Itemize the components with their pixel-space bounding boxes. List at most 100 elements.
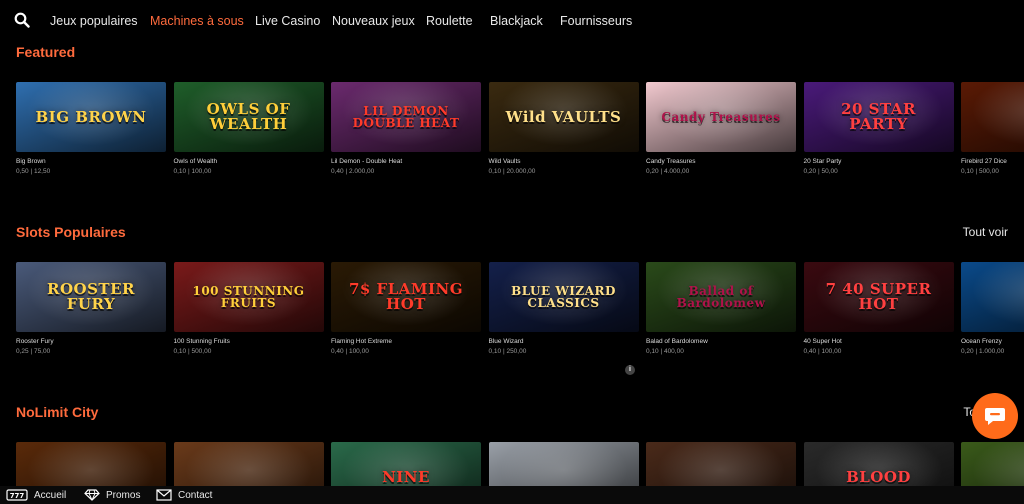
- game-card[interactable]: BIG BROWN Big Brown 0,50 | 12,50: [16, 82, 166, 175]
- game-logo-art: Ballad of Bardolomew: [676, 284, 766, 310]
- nav-roulette[interactable]: Roulette: [426, 14, 473, 28]
- game-logo-art: BLUE WIZARD CLASSICS: [511, 284, 616, 310]
- game-name: Wild Vaults: [488, 158, 521, 165]
- game-bet-range: 0,10 | 500,00: [173, 348, 212, 355]
- game-card[interactable]: LIL DEMON DOUBLE HEAT Lil Demon - Double …: [331, 82, 481, 175]
- game-thumbnail[interactable]: Ballad of Bardolomew: [646, 262, 796, 332]
- game-card[interactable]: ROOSTER FURY Rooster Fury 0,25 | 75,00: [16, 262, 166, 355]
- game-bet-range: 0,40 | 100,00: [803, 348, 842, 355]
- game-name: 40 Super Hot: [803, 338, 842, 345]
- game-logo-art: BLOOD: [846, 467, 911, 486]
- game-bet-range: 0,10 | 100,00: [173, 168, 212, 175]
- game-card[interactable]: Ocean Frenzy 0,20 | 1.000,00: [961, 262, 1024, 355]
- bottom-nav-promos[interactable]: Promos: [84, 489, 140, 501]
- game-thumbnail[interactable]: LIL DEMON DOUBLE HEAT: [331, 82, 481, 152]
- game-card[interactable]: NINE: [331, 442, 481, 486]
- nav-nouveaux-jeux[interactable]: Nouveaux jeux: [332, 14, 415, 28]
- section-title-featured: Featured: [16, 44, 76, 60]
- game-name: Lil Demon - Double Heat: [331, 158, 403, 165]
- game-logo-art: Wild VAULTS: [505, 107, 622, 126]
- game-card[interactable]: 7$ FLAMING HOT Flaming Hot Extreme 0,40 | …: [331, 262, 481, 355]
- game-thumbnail[interactable]: ROOSTER FURY: [16, 262, 166, 332]
- game-row-nolimit-city: NINE BLOOD: [16, 442, 1024, 486]
- game-thumbnail[interactable]: 20 STAR PARTY: [803, 82, 954, 152]
- game-thumbnail[interactable]: NINE: [331, 442, 481, 486]
- bottom-nav-accueil[interactable]: 777 Accueil: [6, 489, 66, 501]
- see-all-link[interactable]: Tout voir: [963, 225, 1008, 239]
- game-logo-art: Candy Treasures: [661, 110, 781, 124]
- game-card[interactable]: [16, 442, 166, 486]
- game-logo-art: LIL DEMON DOUBLE HEAT: [352, 104, 460, 130]
- game-card[interactable]: [488, 442, 639, 486]
- game-card[interactable]: Firebird 27 Dice 0,10 | 500,00: [961, 82, 1024, 175]
- game-thumbnail[interactable]: Candy Treasures: [646, 82, 796, 152]
- game-card[interactable]: BLUE WIZARD CLASSICS Blue Wizard 0,10 | 25…: [488, 262, 639, 355]
- nav-fournisseurs[interactable]: Fournisseurs: [560, 14, 632, 28]
- game-thumbnail[interactable]: 100 STUNNING FRUITS: [173, 262, 324, 332]
- diamond-icon: [84, 489, 100, 501]
- game-thumbnail[interactable]: [488, 442, 639, 486]
- home-icon: 777: [6, 489, 28, 501]
- top-navigation: Jeux populaires Machines à sous Live Cas…: [0, 0, 1024, 42]
- game-thumbnail[interactable]: BLUE WIZARD CLASSICS: [488, 262, 639, 332]
- game-thumbnail[interactable]: [646, 442, 796, 486]
- bottom-nav-label: Accueil: [34, 489, 67, 501]
- nav-jeux-populaires[interactable]: Jeux populaires: [50, 14, 138, 28]
- bottom-nav-label: Contact: [178, 489, 213, 501]
- game-card[interactable]: [646, 442, 796, 486]
- game-card[interactable]: [173, 442, 324, 486]
- game-thumbnail[interactable]: BLOOD: [803, 442, 954, 486]
- game-bet-range: 0,50 | 12,50: [16, 168, 51, 175]
- section-title-nolimit-city: NoLimit City: [16, 404, 99, 420]
- game-thumbnail[interactable]: Wild VAULTS: [488, 82, 639, 152]
- game-name: Owls of Wealth: [173, 158, 218, 165]
- game-name: 100 Stunning Fruits: [173, 338, 230, 345]
- game-card[interactable]: Ballad of Bardolomew Balad of Bardolomew 0…: [646, 262, 796, 355]
- game-logo-art: 7$ FLAMING HOT: [348, 280, 464, 313]
- bottom-bar: 777 Accueil Promos Contact: [0, 486, 1024, 504]
- game-bet-range: 0,20 | 50,00: [803, 168, 838, 175]
- search-icon[interactable]: [14, 12, 30, 28]
- game-card[interactable]: 7 40 SUPER HOT 40 Super Hot 0,40 | 100,00: [803, 262, 954, 355]
- game-card[interactable]: [961, 442, 1024, 486]
- nav-blackjack[interactable]: Blackjack: [490, 14, 543, 28]
- game-card[interactable]: OWLS OF WEALTH Owls of Wealth 0,10 | 100,0…: [173, 82, 324, 175]
- game-logo-art: 20 STAR PARTY: [841, 100, 916, 133]
- game-thumbnail[interactable]: [961, 262, 1024, 332]
- game-thumbnail[interactable]: OWLS OF WEALTH: [173, 82, 324, 152]
- info-icon[interactable]: i: [625, 365, 635, 375]
- casino-page: { "nav": { "items": [ {"label": "Jeux po…: [0, 0, 1024, 504]
- game-logo-art: 100 STUNNING FRUITS: [192, 284, 305, 310]
- game-bet-range: 0,20 | 1.000,00: [961, 348, 1005, 355]
- game-name: Blue Wizard: [488, 338, 524, 345]
- game-name: Candy Treasures: [646, 158, 696, 165]
- game-logo-art: NINE: [382, 467, 430, 486]
- game-thumbnail[interactable]: BIG BROWN: [16, 82, 166, 152]
- game-bet-range: 0,20 | 4.000,00: [646, 168, 690, 175]
- mail-icon: [156, 489, 172, 501]
- svg-text:777: 777: [10, 492, 25, 500]
- game-thumbnail[interactable]: 7$ FLAMING HOT: [331, 262, 481, 332]
- game-card[interactable]: Wild VAULTS Wild Vaults 0,10 | 20.000,00: [488, 82, 639, 175]
- game-thumbnail[interactable]: [173, 442, 324, 486]
- game-bet-range: 0,10 | 20.000,00: [488, 168, 536, 175]
- game-name: Flaming Hot Extreme: [331, 338, 393, 345]
- game-thumbnail[interactable]: [961, 442, 1024, 486]
- nav-live-casino[interactable]: Live Casino: [255, 14, 320, 28]
- game-name: Ocean Frenzy: [961, 338, 1002, 345]
- game-thumbnail[interactable]: 7 40 SUPER HOT: [803, 262, 954, 332]
- game-bet-range: 0,10 | 250,00: [488, 348, 527, 355]
- chat-icon: [985, 408, 1005, 425]
- game-card[interactable]: 20 STAR PARTY 20 Star Party 0,20 | 50,00: [803, 82, 954, 175]
- nav-machines-a-sous[interactable]: Machines à sous: [150, 14, 244, 28]
- bottom-nav-contact[interactable]: Contact: [156, 489, 212, 501]
- game-card[interactable]: Candy Treasures Candy Treasures 0,20 | 4.0…: [646, 82, 796, 175]
- game-bet-range: 0,40 | 2.000,00: [331, 168, 375, 175]
- game-name: Balad of Bardolomew: [646, 338, 708, 345]
- game-card[interactable]: 100 STUNNING FRUITS 100 Stunning Fruits 0,…: [173, 262, 324, 355]
- game-thumbnail[interactable]: [961, 82, 1024, 152]
- game-card[interactable]: BLOOD: [803, 442, 954, 486]
- game-thumbnail[interactable]: [16, 442, 166, 486]
- chat-button[interactable]: [972, 393, 1018, 439]
- game-name: Rooster Fury: [16, 338, 54, 345]
